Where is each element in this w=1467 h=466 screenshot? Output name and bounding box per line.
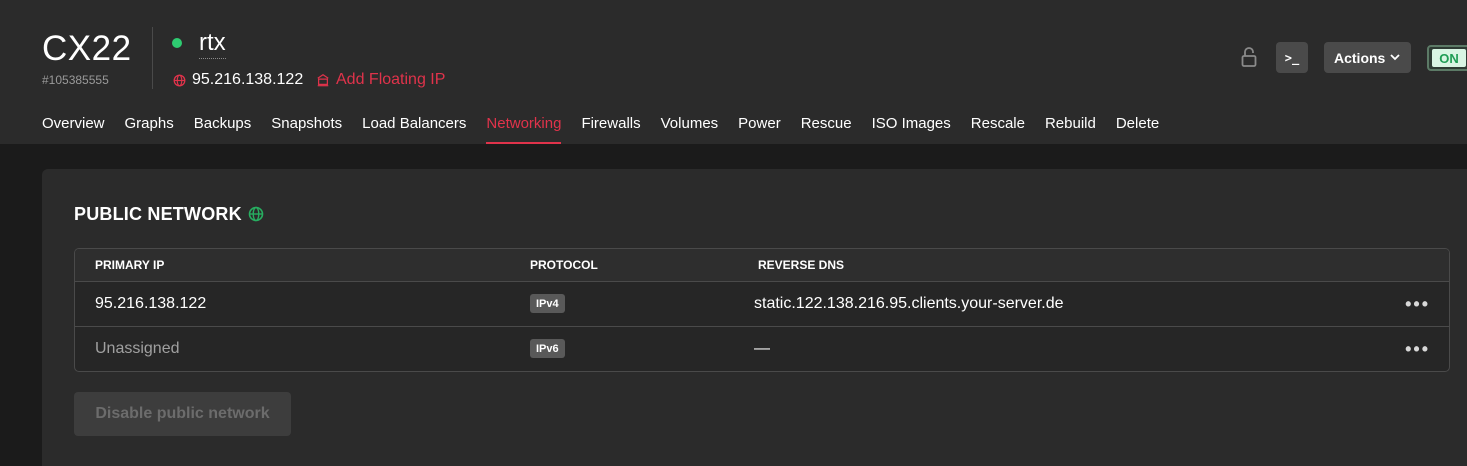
tab-snapshots[interactable]: Snapshots bbox=[271, 115, 342, 144]
server-tabs: Overview Graphs Backups Snapshots Load B… bbox=[42, 115, 1179, 144]
primary-ip-cell: 95.216.138.122 bbox=[95, 295, 207, 312]
server-header: CX22 #105385555 rtx 95.216.138.122 Add F… bbox=[0, 0, 1467, 144]
chevron-down-icon bbox=[1390, 54, 1400, 61]
power-toggle[interactable]: ON bbox=[1427, 45, 1467, 71]
tab-power[interactable]: Power bbox=[738, 115, 781, 144]
add-floating-ip-link[interactable]: Add Floating IP bbox=[336, 71, 445, 89]
console-button[interactable]: >_ bbox=[1276, 42, 1308, 73]
reverse-dns-cell[interactable]: static.122.138.216.95.clients.your-serve… bbox=[754, 295, 1064, 313]
tab-volumes[interactable]: Volumes bbox=[661, 115, 719, 144]
public-network-table: PRIMARY IP PROTOCOL REVERSE DNS 95.216.1… bbox=[74, 248, 1450, 372]
tab-overview[interactable]: Overview bbox=[42, 115, 105, 144]
tab-load-balancers[interactable]: Load Balancers bbox=[362, 115, 466, 144]
column-header-protocol: PROTOCOL bbox=[530, 258, 598, 272]
actions-dropdown-button[interactable]: Actions bbox=[1324, 42, 1411, 73]
table-header: PRIMARY IP PROTOCOL REVERSE DNS bbox=[75, 249, 1449, 282]
globe-icon bbox=[248, 206, 264, 222]
tab-firewalls[interactable]: Firewalls bbox=[581, 115, 640, 144]
reverse-dns-cell: — bbox=[754, 340, 770, 357]
server-name[interactable]: rtx bbox=[199, 29, 226, 59]
row-menu-icon[interactable]: ••• bbox=[1405, 295, 1430, 313]
protocol-badge: IPv4 bbox=[530, 294, 565, 313]
tab-rebuild[interactable]: Rebuild bbox=[1045, 115, 1096, 144]
tab-delete[interactable]: Delete bbox=[1116, 115, 1159, 144]
primary-ip-cell: Unassigned bbox=[95, 340, 180, 357]
row-menu-icon[interactable]: ••• bbox=[1405, 340, 1430, 358]
tab-backups[interactable]: Backups bbox=[194, 115, 252, 144]
protocol-badge: IPv6 bbox=[530, 339, 565, 358]
tab-iso-images[interactable]: ISO Images bbox=[872, 115, 951, 144]
tab-rescue[interactable]: Rescue bbox=[801, 115, 852, 144]
actions-label: Actions bbox=[1334, 49, 1386, 66]
globe-icon bbox=[173, 74, 186, 87]
public-network-card: PUBLIC NETWORK PRIMARY IP PROTOCOL REVER… bbox=[42, 169, 1467, 466]
table-row: Unassigned IPv6 — ••• bbox=[75, 327, 1449, 371]
server-ip[interactable]: 95.216.138.122 bbox=[192, 71, 303, 89]
column-header-reverse-dns: REVERSE DNS bbox=[758, 258, 845, 272]
section-title: PUBLIC NETWORK bbox=[74, 204, 242, 224]
server-id: #105385555 bbox=[42, 73, 109, 87]
power-toggle-label: ON bbox=[1432, 49, 1466, 67]
table-row: 95.216.138.122 IPv4 static.122.138.216.9… bbox=[75, 282, 1449, 327]
header-divider bbox=[152, 27, 153, 89]
floating-ip-icon bbox=[317, 74, 329, 87]
disable-public-network-button[interactable]: Disable public network bbox=[74, 392, 291, 436]
status-dot-icon bbox=[172, 38, 182, 48]
column-header-primary-ip: PRIMARY IP bbox=[95, 258, 165, 272]
tab-networking[interactable]: Networking bbox=[486, 115, 562, 144]
tab-rescale[interactable]: Rescale bbox=[971, 115, 1025, 144]
lock-icon[interactable] bbox=[1240, 46, 1258, 68]
tab-graphs[interactable]: Graphs bbox=[125, 115, 174, 144]
server-type: CX22 bbox=[42, 29, 132, 68]
